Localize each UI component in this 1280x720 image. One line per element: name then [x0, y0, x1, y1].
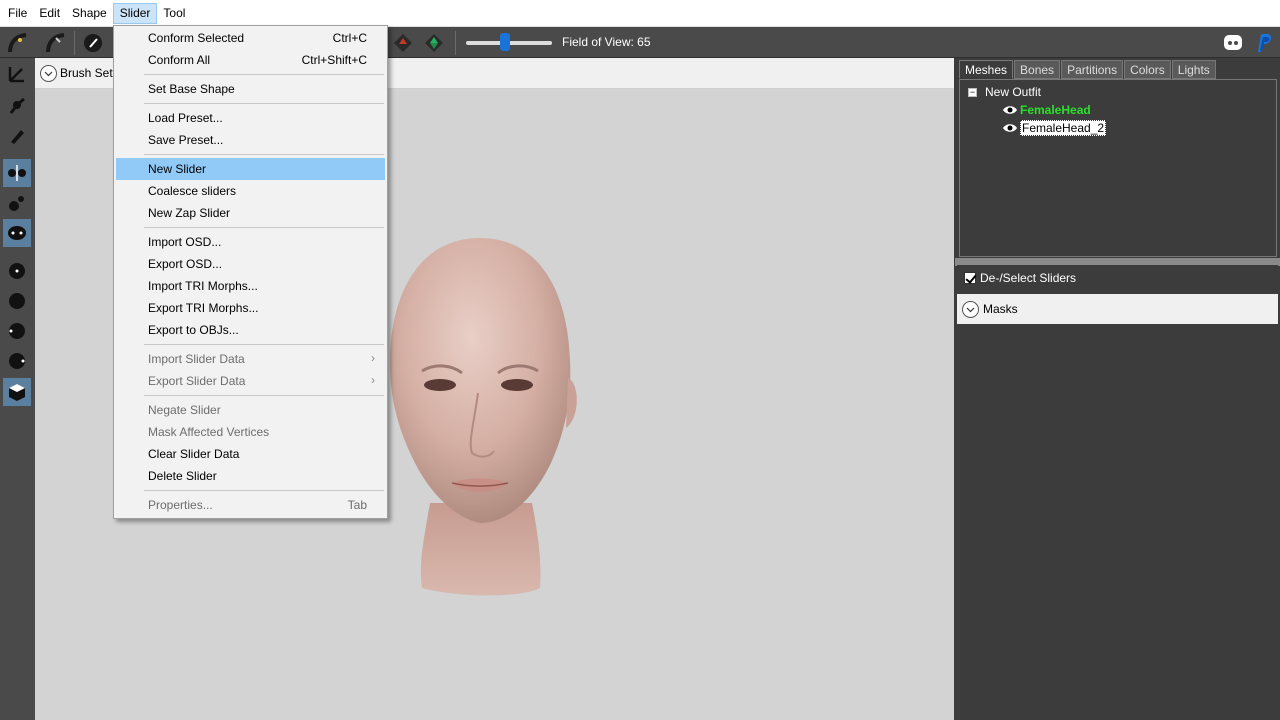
menu-separator [144, 74, 384, 75]
menu-clear-slider-data[interactable]: Clear Slider Data [116, 443, 385, 465]
menu-import-tri[interactable]: Import TRI Morphs... [116, 275, 385, 297]
brush-inflate-icon[interactable] [3, 317, 31, 345]
menu-separator [144, 103, 384, 104]
menu-item-label: Conform All [148, 53, 211, 67]
mesh-tree: − New Outfit FemaleHead FemaleHead_2 [959, 79, 1277, 257]
menu-export-objs[interactable]: Export to OBJs... [116, 319, 385, 341]
masks-row[interactable]: Masks [957, 294, 1278, 324]
select-tool-icon[interactable] [80, 30, 106, 56]
brush-curve-alt-icon[interactable] [42, 30, 68, 56]
tree-item-femalehead-2[interactable]: FemaleHead_2 [1002, 119, 1107, 136]
left-toolbar [0, 58, 35, 720]
tree-root-label: New Outfit [985, 85, 1042, 99]
collapse-icon[interactable]: − [968, 87, 977, 97]
menu-tool[interactable]: Tool [157, 3, 191, 24]
pencil-icon[interactable] [3, 122, 31, 150]
tab-lights[interactable]: Lights [1171, 60, 1216, 79]
brush-settings-label: Brush Sett [60, 66, 117, 80]
tab-bones[interactable]: Bones [1014, 60, 1061, 79]
menu-item-label: Export Slider Data [148, 374, 246, 388]
menu-separator [144, 490, 384, 491]
paypal-icon[interactable] [1250, 30, 1276, 56]
submenu-arrow-icon: › [371, 373, 375, 387]
tab-partitions[interactable]: Partitions [1061, 60, 1124, 79]
menu-import-slider-data: Import Slider Data › [116, 348, 385, 370]
menu-item-label: Properties... [148, 498, 213, 512]
menu-shortcut: Ctrl+Shift+C [301, 53, 367, 67]
cube-icon[interactable] [3, 378, 31, 406]
transform-icon[interactable] [3, 60, 31, 88]
menu-separator [144, 395, 384, 396]
eye-icon[interactable] [1002, 104, 1018, 116]
sliders-header: De-/Select Sliders [957, 265, 1278, 291]
weight-brush-icon[interactable] [3, 189, 31, 217]
tab-colors[interactable]: Colors [1124, 60, 1171, 79]
menu-item-label: Import Slider Data [148, 352, 245, 366]
brush-medium-icon[interactable] [3, 287, 31, 315]
menu-import-osd[interactable]: Import OSD... [116, 231, 385, 253]
menu-item-label: Conform Selected [148, 31, 245, 45]
tree-item-femalehead[interactable]: FemaleHead [1002, 101, 1091, 118]
vertex-brush-icon[interactable] [3, 159, 31, 187]
tab-meshes[interactable]: Meshes [959, 60, 1014, 79]
menu-shape[interactable]: Shape [66, 3, 113, 24]
menu-export-slider-data: Export Slider Data › [116, 370, 385, 392]
brush-deflate-icon[interactable] [3, 347, 31, 375]
menu-bar: File Edit Shape Slider Tool [0, 0, 1280, 27]
submenu-arrow-icon: › [371, 351, 375, 365]
menu-conform-all[interactable]: Conform All Ctrl+Shift+C [116, 49, 385, 71]
menu-edit[interactable]: Edit [33, 3, 66, 24]
discord-icon[interactable] [1220, 30, 1246, 56]
menu-export-osd[interactable]: Export OSD... [116, 253, 385, 275]
menu-coalesce-sliders[interactable]: Coalesce sliders [116, 180, 385, 202]
menu-shortcut: Tab [347, 498, 367, 512]
menu-properties: Properties... Tab [116, 494, 385, 516]
deselect-sliders-checkbox[interactable] [964, 272, 976, 284]
eye-icon[interactable] [1002, 122, 1018, 134]
tree-root-outfit[interactable]: − New Outfit [968, 84, 1041, 100]
menu-slider[interactable]: Slider [112, 2, 158, 24]
menu-separator [144, 154, 384, 155]
masks-toggle[interactable] [962, 300, 979, 318]
menu-negate-slider: Negate Slider [148, 403, 221, 417]
menu-export-tri[interactable]: Export TRI Morphs... [116, 297, 385, 319]
menu-conform-selected[interactable]: Conform Selected Ctrl+C [116, 27, 385, 49]
menu-shortcut: Ctrl+C [332, 31, 367, 45]
head-model-render [390, 238, 577, 596]
diamond-red-icon[interactable] [390, 30, 416, 56]
tree-item-label: FemaleHead [1020, 102, 1091, 117]
menu-new-zap-slider[interactable]: New Zap Slider [116, 202, 385, 224]
smooth-brush-icon[interactable] [3, 219, 31, 247]
menu-save-preset[interactable]: Save Preset... [116, 129, 385, 151]
menu-separator [144, 344, 384, 345]
sliders-header-label: De-/Select Sliders [980, 271, 1077, 285]
fov-slider-thumb[interactable] [500, 33, 510, 51]
panel-tabs: Meshes Bones Partitions Colors Lights [959, 60, 1217, 80]
slider-menu-dropdown: Conform Selected Ctrl+C Conform All Ctrl… [113, 25, 388, 519]
menu-set-base-shape[interactable]: Set Base Shape [116, 78, 385, 100]
menu-separator [144, 227, 384, 228]
fov-label: Field of View: 65 [562, 35, 651, 49]
menu-file[interactable]: File [2, 3, 33, 24]
tree-item-label: FemaleHead_2 [1020, 119, 1107, 136]
menu-mask-affected-vertices: Mask Affected Vertices [148, 425, 270, 439]
diamond-green-icon[interactable] [421, 30, 447, 56]
brush-settings-toggle[interactable] [40, 65, 57, 82]
brush-curve-icon[interactable] [4, 30, 30, 56]
pivot-icon[interactable] [3, 92, 31, 120]
masks-label: Masks [983, 302, 1018, 316]
menu-load-preset[interactable]: Load Preset... [116, 107, 385, 129]
brush-small-icon[interactable] [3, 257, 31, 285]
menu-new-slider[interactable]: New Slider [116, 158, 385, 180]
menu-delete-slider[interactable]: Delete Slider [116, 465, 385, 487]
right-panel: Meshes Bones Partitions Colors Lights − … [955, 58, 1280, 720]
